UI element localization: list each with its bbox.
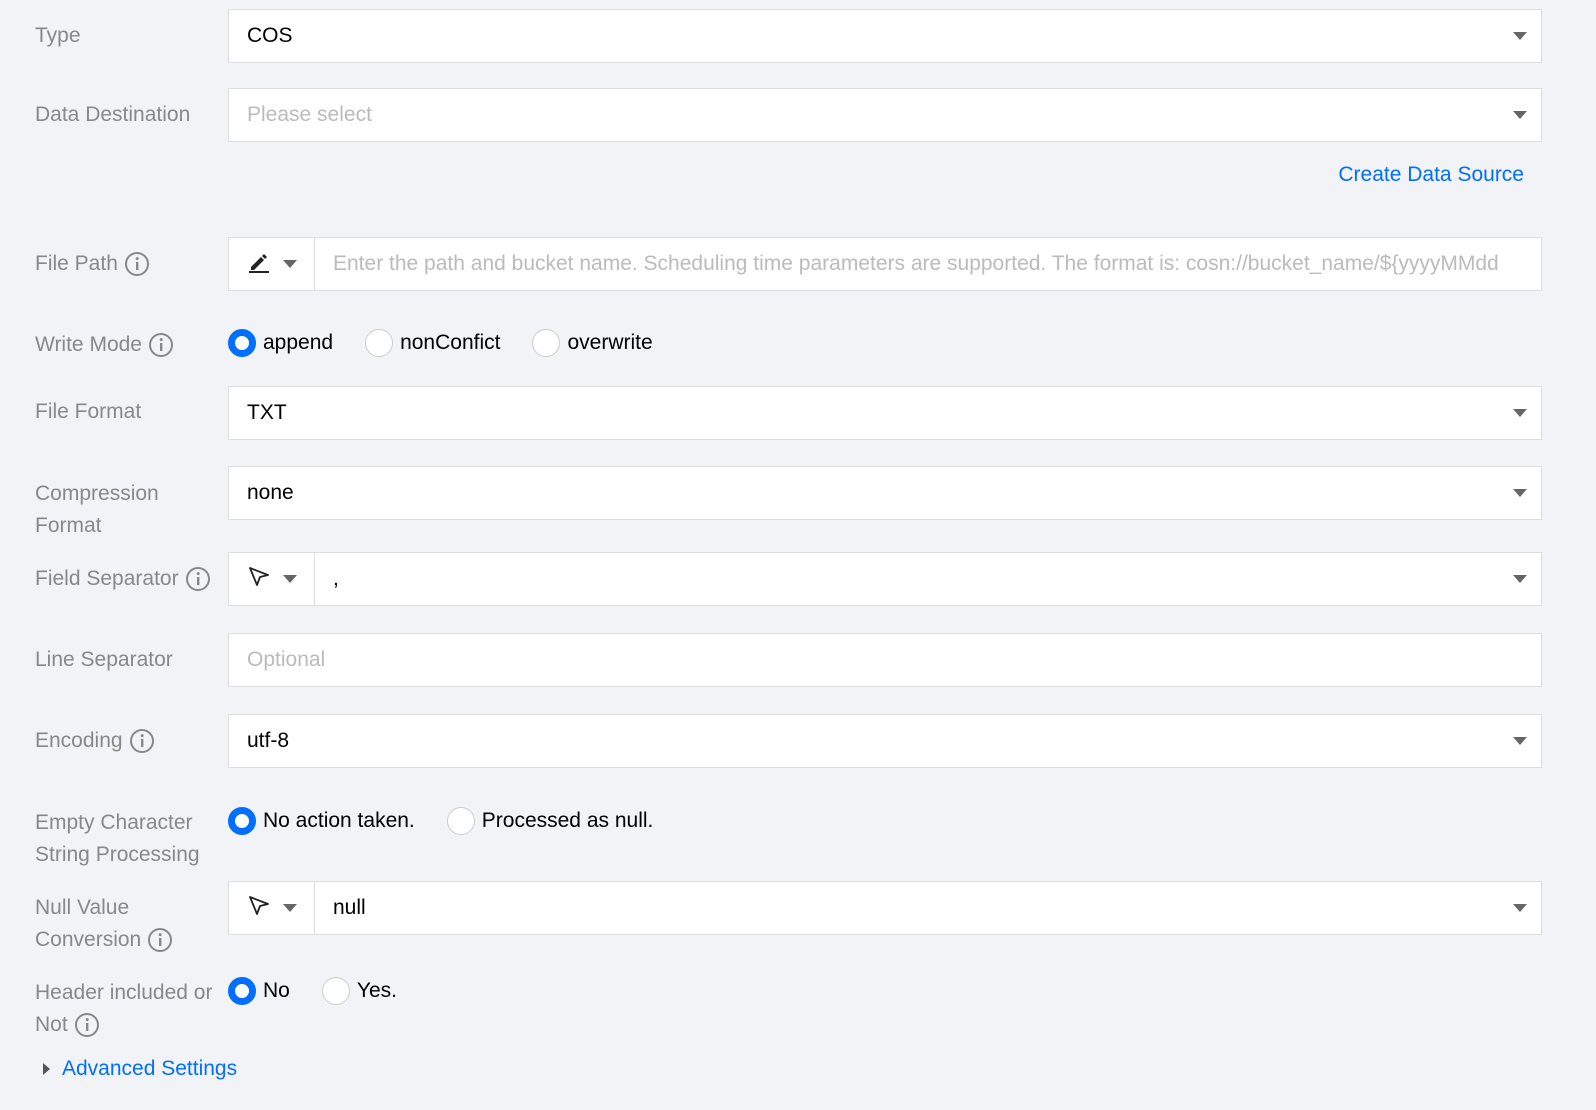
write-mode-label: Write Mode [35, 329, 225, 361]
chevron-down-icon [1513, 111, 1527, 119]
line-separator-placeholder: Optional [247, 648, 326, 671]
file-path-label: File Path [35, 248, 225, 280]
radio-circle [321, 977, 350, 1005]
file-format-label: File Format [35, 400, 142, 423]
radio-processed-as-null[interactable]: Processed as null. [446, 807, 653, 835]
write-mode-radio-group: append nonConfict overwrite [228, 329, 685, 357]
chevron-down-icon [1513, 489, 1527, 497]
radio-no[interactable]: No [228, 977, 290, 1005]
radio-append[interactable]: append [228, 329, 333, 357]
radio-circle [228, 807, 256, 835]
cursor-icon [247, 894, 271, 923]
chevron-down-icon [282, 260, 297, 268]
encoding-select[interactable]: utf-8 [228, 714, 1542, 768]
pencil-icon [247, 250, 271, 279]
encoding-value: utf-8 [247, 729, 290, 752]
info-icon[interactable] [185, 566, 211, 592]
line-separator-label: Line Separator [35, 648, 173, 671]
empty-string-label: Empty Character String Processing [35, 811, 200, 866]
advanced-settings-toggle[interactable]: Advanced Settings [43, 1057, 237, 1081]
file-path-input[interactable]: Enter the path and bucket name. Scheduli… [315, 252, 1541, 276]
info-icon[interactable] [147, 927, 173, 953]
select-mode-dropdown[interactable] [229, 882, 315, 934]
null-value-value[interactable]: null [315, 896, 1541, 920]
caret-right-icon [43, 1063, 50, 1075]
null-value-label: Null Value Conversion [35, 892, 225, 956]
line-separator-input[interactable]: Optional [228, 633, 1542, 687]
create-data-source-link[interactable]: Create Data Source [1338, 163, 1524, 187]
type-select[interactable]: COS [228, 9, 1542, 63]
chevron-down-icon [1513, 409, 1527, 417]
compression-format-select[interactable]: none [228, 466, 1542, 520]
info-icon[interactable] [74, 1012, 100, 1038]
radio-no-action[interactable]: No action taken. [228, 807, 415, 835]
radio-circle [365, 329, 394, 357]
compression-format-value: none [247, 481, 294, 504]
radio-circle [228, 977, 256, 1005]
header-included-label: Header included or Not [35, 981, 213, 1038]
radio-yes[interactable]: Yes. [321, 977, 397, 1005]
null-value-field: null [228, 881, 1542, 935]
header-radio-group: No Yes. [228, 977, 429, 1005]
chevron-down-icon [1513, 32, 1527, 40]
field-separator-value[interactable]: , [315, 567, 1541, 591]
radio-overwrite[interactable]: overwrite [532, 329, 653, 357]
field-separator-field: , [228, 552, 1542, 606]
radio-circle [228, 329, 256, 357]
chevron-down-icon [1513, 737, 1527, 745]
file-format-select[interactable]: TXT [228, 386, 1542, 440]
file-path-field: Enter the path and bucket name. Scheduli… [228, 237, 1542, 291]
info-icon[interactable] [129, 728, 155, 754]
info-icon[interactable] [124, 251, 150, 277]
info-icon[interactable] [148, 332, 174, 358]
chevron-down-icon [1513, 575, 1527, 583]
type-value: COS [247, 24, 293, 47]
compression-format-label: Compression Format [35, 482, 159, 537]
chevron-down-icon [282, 904, 297, 912]
radio-circle [446, 807, 475, 835]
edit-mode-dropdown[interactable] [229, 238, 315, 290]
data-destination-select[interactable]: Please select [228, 88, 1542, 142]
select-mode-dropdown[interactable] [229, 553, 315, 605]
radio-circle [532, 329, 561, 357]
chevron-down-icon [1513, 904, 1527, 912]
field-separator-label: Field Separator [35, 563, 225, 595]
type-label: Type [35, 24, 81, 47]
data-destination-label: Data Destination [35, 103, 191, 126]
chevron-down-icon [282, 575, 297, 583]
empty-string-radio-group: No action taken. Processed as null. [228, 807, 685, 835]
encoding-label: Encoding [35, 725, 225, 757]
data-destination-placeholder: Please select [247, 103, 372, 126]
radio-nonconfict[interactable]: nonConfict [365, 329, 500, 357]
file-format-value: TXT [247, 401, 287, 424]
cursor-icon [247, 565, 271, 594]
